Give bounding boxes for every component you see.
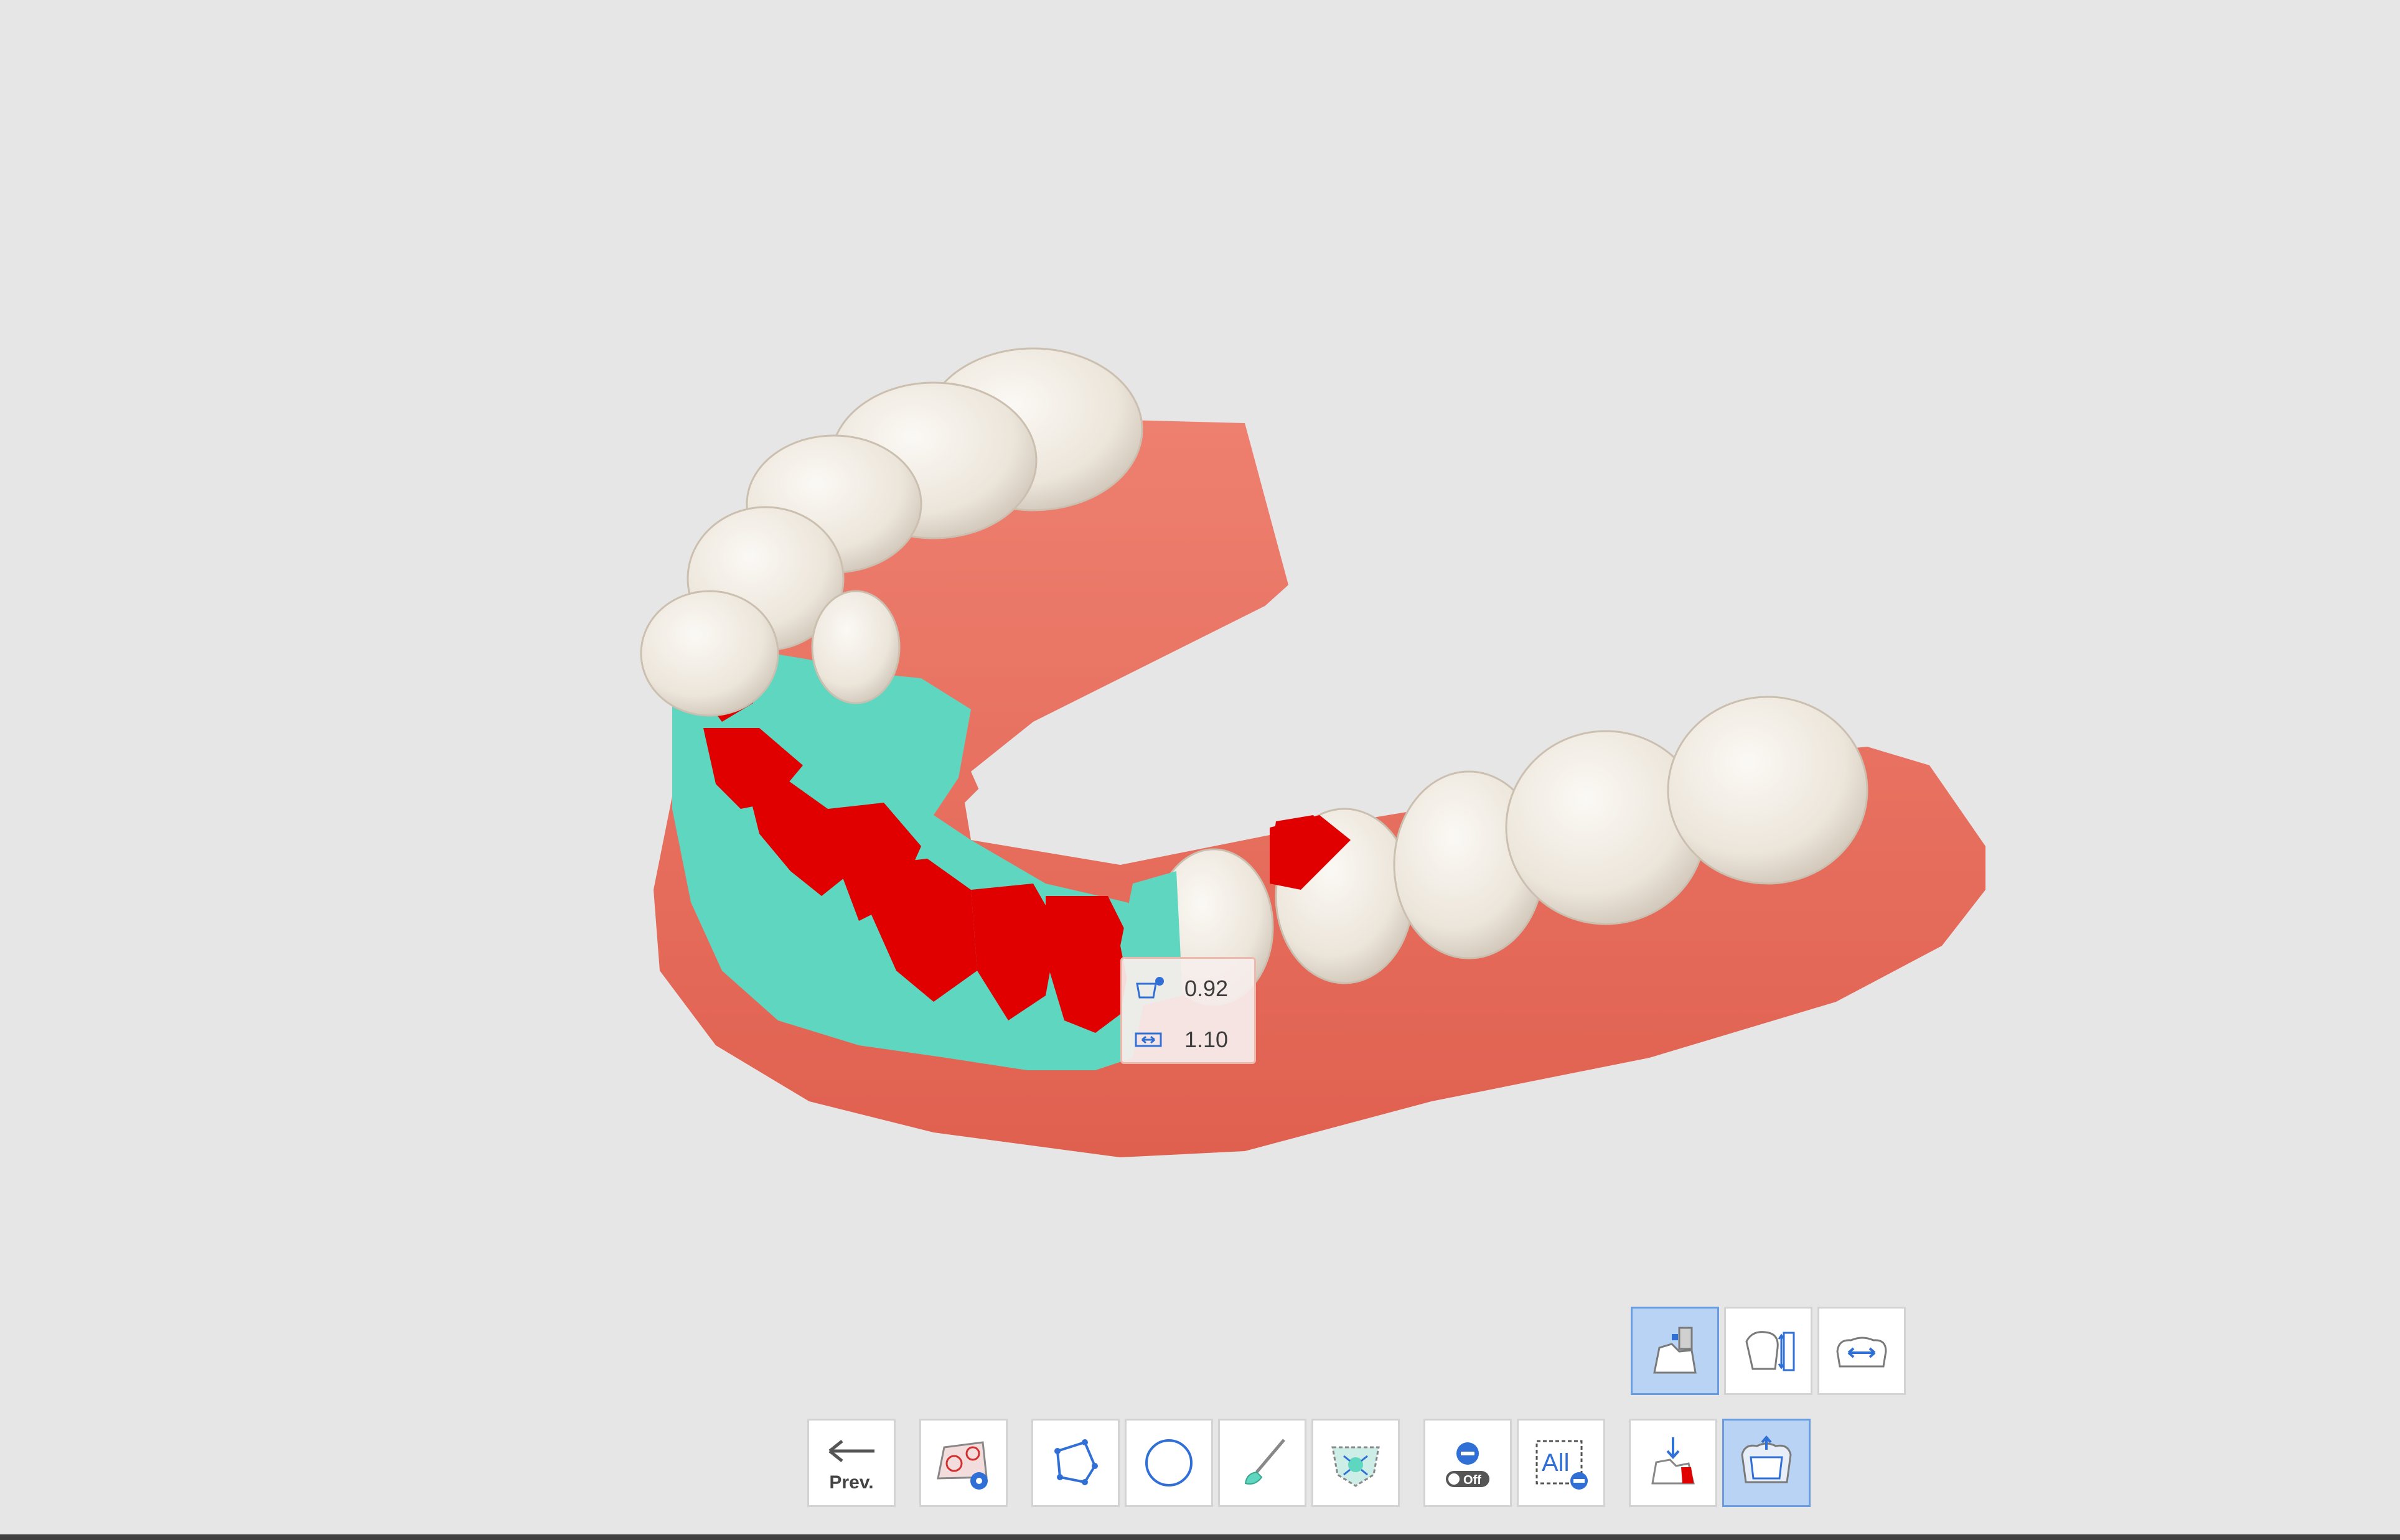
gap-view-button[interactable] [1722,1419,1811,1507]
auto-area-icon [1331,1446,1380,1487]
measurement-tooltip: 0.92 1.10 [1120,957,1256,1064]
status-strip [0,1534,2400,1540]
margin-settings-button[interactable] [919,1419,1008,1507]
prev-label: Prev. [829,1472,874,1493]
gap-view-icon [1741,1435,1792,1483]
cement-gap-icon [1653,1327,1697,1374]
auto-area-button[interactable] [1311,1419,1400,1507]
cement-gap-button[interactable] [1631,1307,1719,1395]
height-measure-icon [1745,1331,1795,1371]
circle-icon [1145,1439,1193,1486]
brush-select-button[interactable] [1218,1419,1306,1507]
dental-arch-model[interactable] [0,0,2400,1540]
deselect-toggle-button[interactable]: Off [1423,1419,1512,1507]
select-all-icon: All [1535,1440,1588,1490]
offset-value: 1.10 [1184,1027,1229,1052]
thickness-row: 0.92 [1133,970,1252,1007]
polygon-icon [1054,1439,1098,1485]
brush-icon [1244,1439,1285,1485]
toggle-off-label: Off [1463,1473,1481,1487]
circle-select-button[interactable] [1125,1419,1213,1507]
insertion-direction-button[interactable] [1629,1419,1717,1507]
cement-thickness-icon [1136,977,1164,999]
prev-button[interactable]: Prev. [807,1419,896,1507]
arrow-left-icon [828,1440,874,1462]
height-measure-button[interactable] [1724,1307,1812,1395]
polyline-select-button[interactable] [1031,1419,1120,1507]
margin-settings-icon [937,1441,988,1490]
width-adjust-button[interactable] [1817,1307,1906,1395]
thickness-value: 0.92 [1184,976,1229,1001]
3d-viewport[interactable]: 0.92 1.10 [0,0,2400,1540]
gap-offset-icon [1135,1032,1162,1047]
select-all-label: All [1542,1449,1569,1477]
width-adjust-icon [1836,1337,1887,1368]
deselect-off-icon: Off [1446,1442,1489,1487]
select-all-button[interactable]: All [1517,1419,1605,1507]
offset-row: 1.10 [1133,1021,1252,1058]
insertion-direction-icon [1651,1437,1695,1485]
